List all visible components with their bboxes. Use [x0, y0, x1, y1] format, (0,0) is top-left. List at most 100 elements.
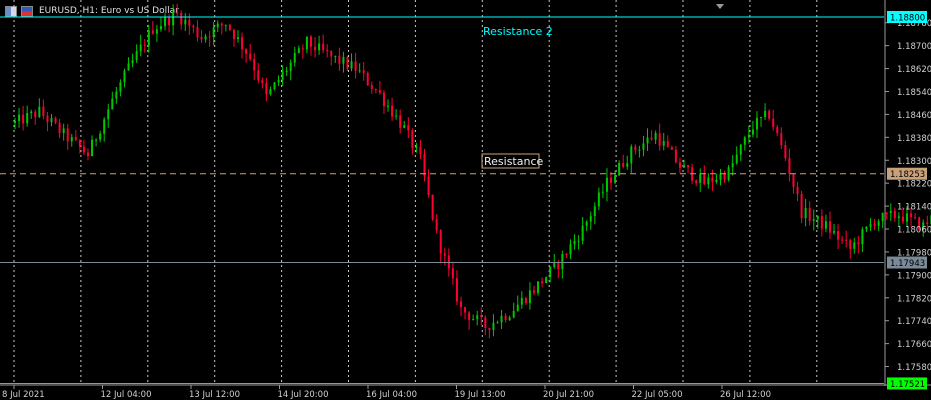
- resistance-2-label[interactable]: Resistance 2: [483, 25, 553, 38]
- bull-candle-body: [614, 175, 617, 183]
- bear-candle-body: [168, 17, 171, 26]
- bear-candle-body: [411, 130, 414, 148]
- price-chart[interactable]: 1.187801.187001.186201.185401.184601.183…: [0, 0, 931, 400]
- bear-candle-body: [776, 127, 779, 134]
- time-tick-label: 20 Jul 21:00: [543, 390, 594, 400]
- bull-candle-body: [147, 30, 150, 46]
- bear-candle-body: [188, 19, 191, 26]
- bear-candle-body: [58, 122, 61, 133]
- bull-candle-body: [212, 27, 215, 38]
- bear-candle-body: [232, 29, 235, 40]
- bear-candle-body: [926, 222, 929, 225]
- bear-candle-body: [780, 133, 783, 145]
- time-tick-label: 8 Jul 2021: [2, 390, 45, 400]
- bear-candle-body: [484, 317, 487, 328]
- bear-candle-body: [382, 92, 385, 106]
- bear-candle-body: [873, 224, 876, 226]
- bear-candle-body: [245, 49, 248, 54]
- bull-candle-body: [601, 191, 604, 193]
- chart-shift-icon[interactable]: [716, 4, 724, 9]
- bull-candle-body: [719, 173, 722, 180]
- bear-candle-body: [488, 327, 491, 330]
- bull-candle-body: [155, 29, 158, 34]
- bear-candle-body: [374, 89, 377, 91]
- bull-candle-body: [99, 133, 102, 140]
- bear-candle-body: [378, 90, 381, 93]
- price-tick-label: 1.17820: [897, 294, 931, 304]
- bull-candle-body: [500, 315, 503, 323]
- bear-candle-body: [634, 146, 637, 151]
- bull-candle-body: [18, 114, 21, 122]
- bear-candle-body: [391, 105, 394, 117]
- bear-candle-body: [423, 154, 426, 177]
- bear-candle-body: [46, 115, 49, 123]
- bear-candle-body: [792, 174, 795, 187]
- support-price-tag-text: 1.17521: [890, 380, 925, 390]
- bull-candle-body: [597, 192, 600, 207]
- bull-candle-body: [139, 44, 142, 52]
- bear-candle-body: [828, 221, 831, 233]
- bull-candle-body: [569, 244, 572, 255]
- bear-candle-body: [82, 146, 85, 153]
- bear-candle-body: [326, 50, 329, 52]
- price-tick-label: 1.17660: [897, 340, 931, 350]
- bear-candle-body: [407, 125, 410, 131]
- bull-candle-body: [131, 60, 134, 64]
- bull-candle-body: [123, 70, 126, 83]
- bull-candle-body: [833, 231, 836, 233]
- bull-candle-body: [739, 144, 742, 155]
- bear-candle-body: [370, 85, 373, 90]
- bear-candle-body: [841, 239, 844, 241]
- bull-candle-body: [889, 210, 892, 214]
- price-tick-label: 1.17740: [897, 317, 931, 327]
- bull-candle-body: [662, 141, 665, 146]
- bear-candle-body: [78, 140, 81, 147]
- bear-candle-body: [354, 61, 357, 71]
- bull-candle-body: [135, 51, 138, 61]
- time-tick-label: 13 Jul 12:00: [189, 390, 240, 400]
- bull-candle-body: [683, 165, 685, 168]
- bull-candle-body: [342, 57, 345, 64]
- bear-candle-body: [910, 213, 913, 217]
- bear-candle-body: [192, 25, 195, 28]
- bear-candle-body: [338, 55, 341, 64]
- bear-candle-body: [857, 242, 860, 245]
- bull-candle-body: [585, 221, 588, 226]
- grid: [13, 0, 818, 384]
- bear-candle-body: [196, 27, 199, 37]
- bull-candle-body: [751, 129, 754, 135]
- price-tick-label: 1.18060: [897, 226, 931, 236]
- resistance-label[interactable]: Resistance: [484, 155, 544, 168]
- bull-candle-body: [127, 63, 130, 71]
- bear-candle-body: [565, 254, 568, 256]
- bull-candle-body: [273, 82, 276, 90]
- bear-candle-body: [650, 137, 653, 140]
- bear-candle-body: [451, 268, 454, 279]
- bear-candle-body: [670, 147, 673, 150]
- bear-candle-body: [74, 137, 77, 141]
- resistance2-price-tag-text: 1.18800: [890, 14, 925, 24]
- current-price-tag-text: 1.17943: [890, 259, 925, 269]
- bull-candle-body: [516, 304, 519, 312]
- bull-candle-body: [824, 221, 827, 229]
- bull-candle-body: [318, 43, 321, 51]
- bear-candle-body: [34, 111, 37, 117]
- bull-candle-body: [30, 111, 33, 114]
- bull-candle-body: [865, 226, 868, 230]
- bear-candle-body: [800, 193, 803, 219]
- price-tick-label: 1.18620: [897, 65, 931, 75]
- bull-candle-body: [906, 213, 908, 222]
- bull-candle-body: [172, 12, 175, 26]
- bear-candle-body: [796, 186, 799, 194]
- bull-candle-body: [877, 221, 880, 226]
- bear-candle-body: [314, 46, 317, 51]
- bull-candle-body: [605, 177, 608, 192]
- time-tick-label: 19 Jul 13:00: [455, 390, 506, 400]
- bear-candle-body: [845, 239, 848, 241]
- bear-candle-body: [687, 165, 690, 168]
- bull-candle-body: [204, 36, 207, 40]
- bull-candle-body: [62, 128, 65, 133]
- price-tick-label: 1.18140: [897, 203, 931, 213]
- bull-candle-body: [269, 89, 272, 95]
- price-tick-label: 1.18300: [897, 157, 931, 167]
